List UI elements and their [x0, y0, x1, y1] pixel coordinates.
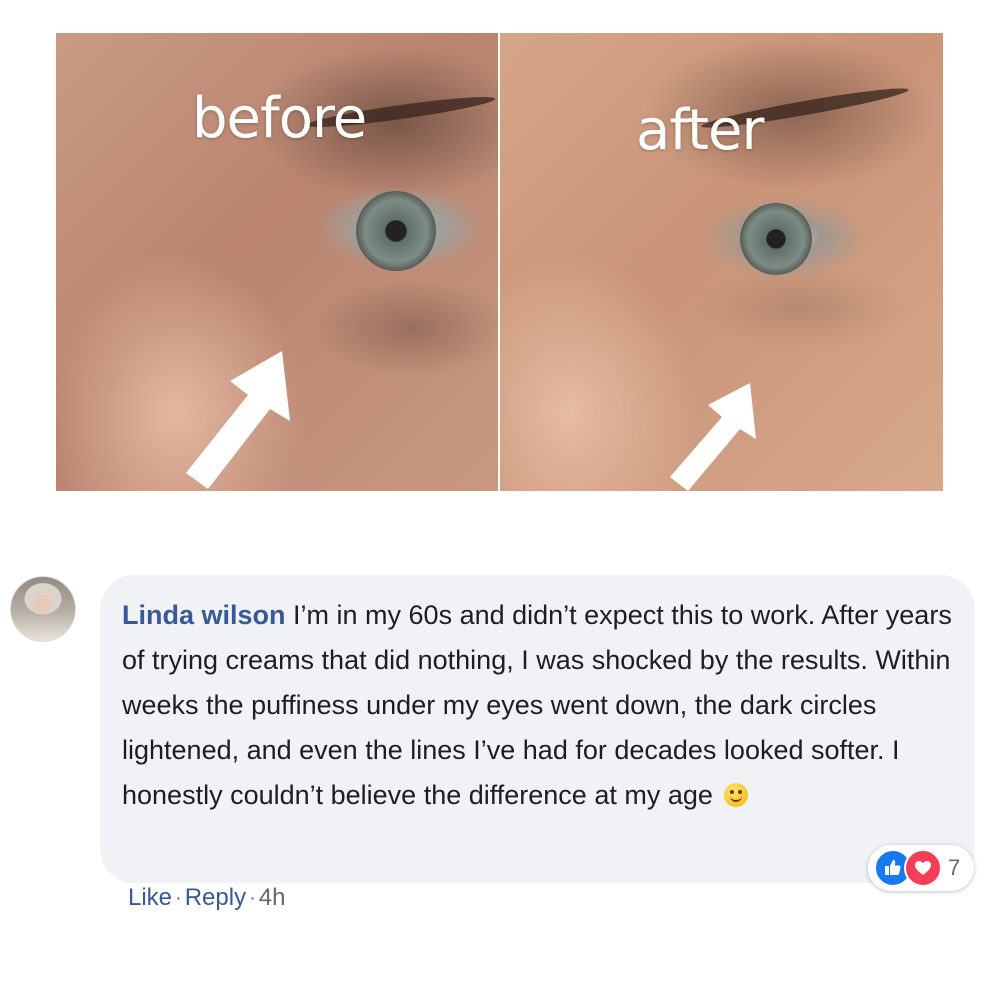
comment-bubble: Linda wilson I’m in my 60s and didn’t ex…	[100, 575, 975, 883]
like-button[interactable]: Like	[128, 884, 172, 912]
before-after-photo[interactable]: before after	[56, 33, 943, 491]
avatar[interactable]	[10, 576, 76, 642]
after-photo-panel: after	[500, 33, 943, 491]
arrow-icon	[186, 351, 290, 489]
reactions-summary[interactable]: 7	[868, 845, 975, 891]
reply-button[interactable]: Reply	[185, 884, 246, 912]
comment-timestamp[interactable]: 4h	[259, 884, 286, 912]
smiling-face-emoji-icon	[724, 783, 749, 807]
comment-text-block: Linda wilson I’m in my 60s and didn’t ex…	[122, 593, 967, 818]
separator-dot: ·	[249, 886, 256, 909]
before-label: before	[192, 86, 367, 151]
comment-body: I’m in my 60s and didn’t expect this to …	[122, 600, 952, 810]
arrow-icon	[670, 383, 756, 491]
separator-dot: ·	[175, 886, 182, 909]
reaction-count: 7	[948, 855, 961, 880]
comment-author-link[interactable]: Linda wilson	[122, 600, 286, 630]
after-label: after	[636, 98, 764, 163]
before-photo-panel: before	[56, 33, 498, 491]
eye	[740, 203, 812, 275]
love-icon	[904, 849, 942, 887]
comment-actions: Like · Reply · 4h	[128, 884, 285, 912]
eye	[356, 191, 436, 271]
